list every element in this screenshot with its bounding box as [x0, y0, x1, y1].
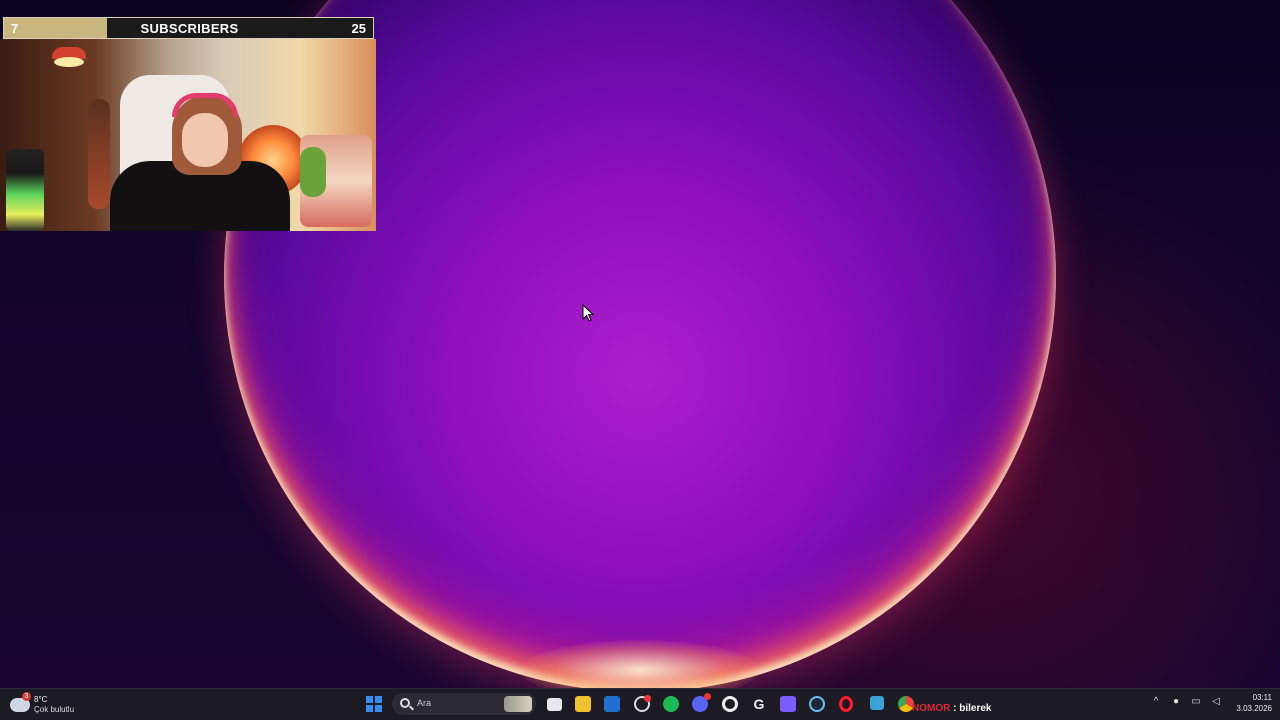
subscriber-goal-count: 25 [351, 21, 366, 36]
clock-time: 03:11 [1252, 693, 1272, 702]
lamp-light [54, 57, 84, 67]
search-icon [400, 698, 410, 708]
headset [172, 93, 238, 117]
spotify-icon[interactable] [663, 696, 679, 712]
taskbar-clock[interactable]: 03:11 3.03.2026 [1226, 692, 1272, 714]
g-app-icon[interactable]: G [751, 696, 767, 712]
outlook-icon[interactable] [604, 696, 620, 712]
mouse-cursor-icon [582, 304, 594, 322]
webcam-feed [0, 39, 376, 231]
system-tray: ^ ● ▭ ◁ [1150, 696, 1222, 708]
speaker-icon[interactable]: ◁ [1210, 696, 1222, 708]
task-view-icon[interactable] [547, 698, 562, 711]
chat-message: : bilerek [953, 703, 992, 714]
guitar [88, 99, 110, 209]
search-box[interactable]: Ara [392, 693, 536, 715]
chat-notification: NOMOR : bilerek [912, 703, 991, 714]
file-explorer-icon[interactable] [575, 696, 591, 712]
monitor-icon[interactable]: ▭ [1190, 696, 1202, 708]
app-tray-icon[interactable] [870, 696, 884, 710]
search-placeholder: Ara [417, 698, 432, 708]
discord-icon[interactable] [692, 693, 711, 712]
cloud-icon: 3 [10, 692, 31, 712]
subscriber-goal-bar: 7 SUBSCRIBERS 25 [3, 17, 374, 39]
weather-temperature: 8°C [34, 695, 48, 704]
grid-app-icon[interactable] [780, 696, 796, 712]
plant-toy [300, 147, 326, 197]
steam-icon[interactable] [809, 696, 825, 712]
chatgpt-icon[interactable] [634, 695, 651, 712]
settings-icon[interactable] [722, 696, 738, 712]
search-highlight-image [504, 696, 532, 712]
weather-widget[interactable]: 3 8°C Çok bulutlu [10, 692, 75, 717]
streamer-face [182, 113, 228, 167]
chevron-up-icon[interactable]: ^ [1150, 696, 1162, 708]
chat-username: NOMOR [912, 703, 951, 714]
subscriber-label: SUBSCRIBERS [140, 21, 239, 36]
weather-description: Çok bulutlu [34, 705, 75, 714]
rgb-microphone [6, 149, 44, 231]
windows-start-icon[interactable] [366, 696, 382, 712]
weather-badge: 3 [22, 692, 31, 701]
opera-icon[interactable] [839, 696, 853, 712]
clock-date: 3.03.2026 [1236, 704, 1272, 713]
microphone-icon[interactable]: ● [1170, 696, 1182, 708]
